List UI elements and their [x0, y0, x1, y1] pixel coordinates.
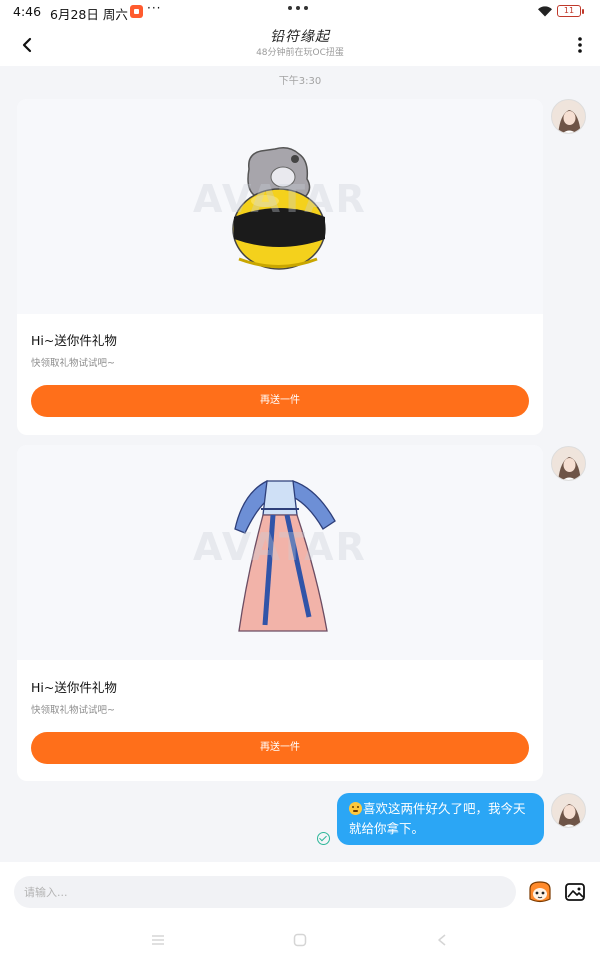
- avatar[interactable]: [551, 99, 586, 134]
- status-time: 4:46: [13, 4, 42, 19]
- message-text: 喜欢这两件好久了吧，我今天就给你拿下。: [349, 801, 526, 836]
- more-notifications-indicator: ···: [147, 1, 162, 15]
- chat-header: 铅符缘起 48分钟前在玩OC扭蛋: [0, 24, 600, 66]
- user-avatar-icon: [552, 100, 585, 133]
- multitask-dots-icon[interactable]: [288, 6, 308, 10]
- gift-description: 快领取礼物试试吧~: [31, 705, 115, 716]
- status-bar: 4:46 6月28日 周六 ··· 11: [0, 0, 600, 24]
- status-date: 6月28日 周六: [50, 7, 128, 22]
- gift-image: AVATAR: [17, 99, 543, 314]
- message-input-bar: [0, 862, 600, 920]
- gift-image: AVATAR: [17, 445, 543, 660]
- image-picker-icon[interactable]: [564, 881, 586, 903]
- avatar[interactable]: [551, 446, 586, 481]
- kiss-emoji-icon: [349, 802, 362, 815]
- send-another-button[interactable]: 再送一件: [31, 385, 529, 417]
- gift-card: AVATAR Hi~送你件礼物 快领取礼物试试吧~ 再送一件: [17, 445, 543, 781]
- sticker-icon[interactable]: [527, 879, 553, 905]
- app-notification-icon: [130, 5, 143, 18]
- back-triangle-icon: [438, 934, 446, 946]
- user-avatar-icon: [552, 447, 585, 480]
- avatar-watermark: AVATAR: [193, 525, 367, 569]
- vertical-dots-icon: [578, 37, 582, 53]
- message-timestamp: 下午3:30: [278, 76, 322, 87]
- chat-subtitle: 48分钟前在玩OC扭蛋: [256, 48, 344, 58]
- gift-card: AVATAR Hi~送你件礼物 快领取礼物试试吧~ 再送一件: [17, 99, 543, 435]
- outgoing-message-bubble[interactable]: 喜欢这两件好久了吧，我今天就给你拿下。: [337, 793, 544, 845]
- gift-description: 快领取礼物试试吧~: [31, 358, 115, 369]
- battery-icon: 11: [557, 5, 584, 17]
- read-receipt-icon: [317, 832, 330, 845]
- user-avatar-icon: [552, 794, 585, 827]
- system-navigation-bar: [0, 920, 600, 960]
- message-input[interactable]: [14, 876, 516, 908]
- menu-lines-icon: [152, 935, 164, 945]
- send-another-button[interactable]: 再送一件: [31, 732, 529, 764]
- recent-apps-button[interactable]: [146, 930, 170, 950]
- back-button[interactable]: [12, 30, 42, 60]
- chat-title: 铅符缘起: [270, 29, 330, 45]
- back-nav-button[interactable]: [430, 930, 454, 950]
- avatar[interactable]: [551, 793, 586, 828]
- more-options-button[interactable]: [566, 30, 594, 60]
- gift-title: Hi~送你件礼物: [31, 680, 117, 695]
- avatar-watermark: AVATAR: [193, 177, 367, 221]
- home-square-icon: [293, 933, 307, 947]
- home-button[interactable]: [288, 930, 312, 950]
- chevron-left-icon: [22, 37, 32, 53]
- wifi-icon: [538, 6, 552, 17]
- gift-title: Hi~送你件礼物: [31, 333, 117, 348]
